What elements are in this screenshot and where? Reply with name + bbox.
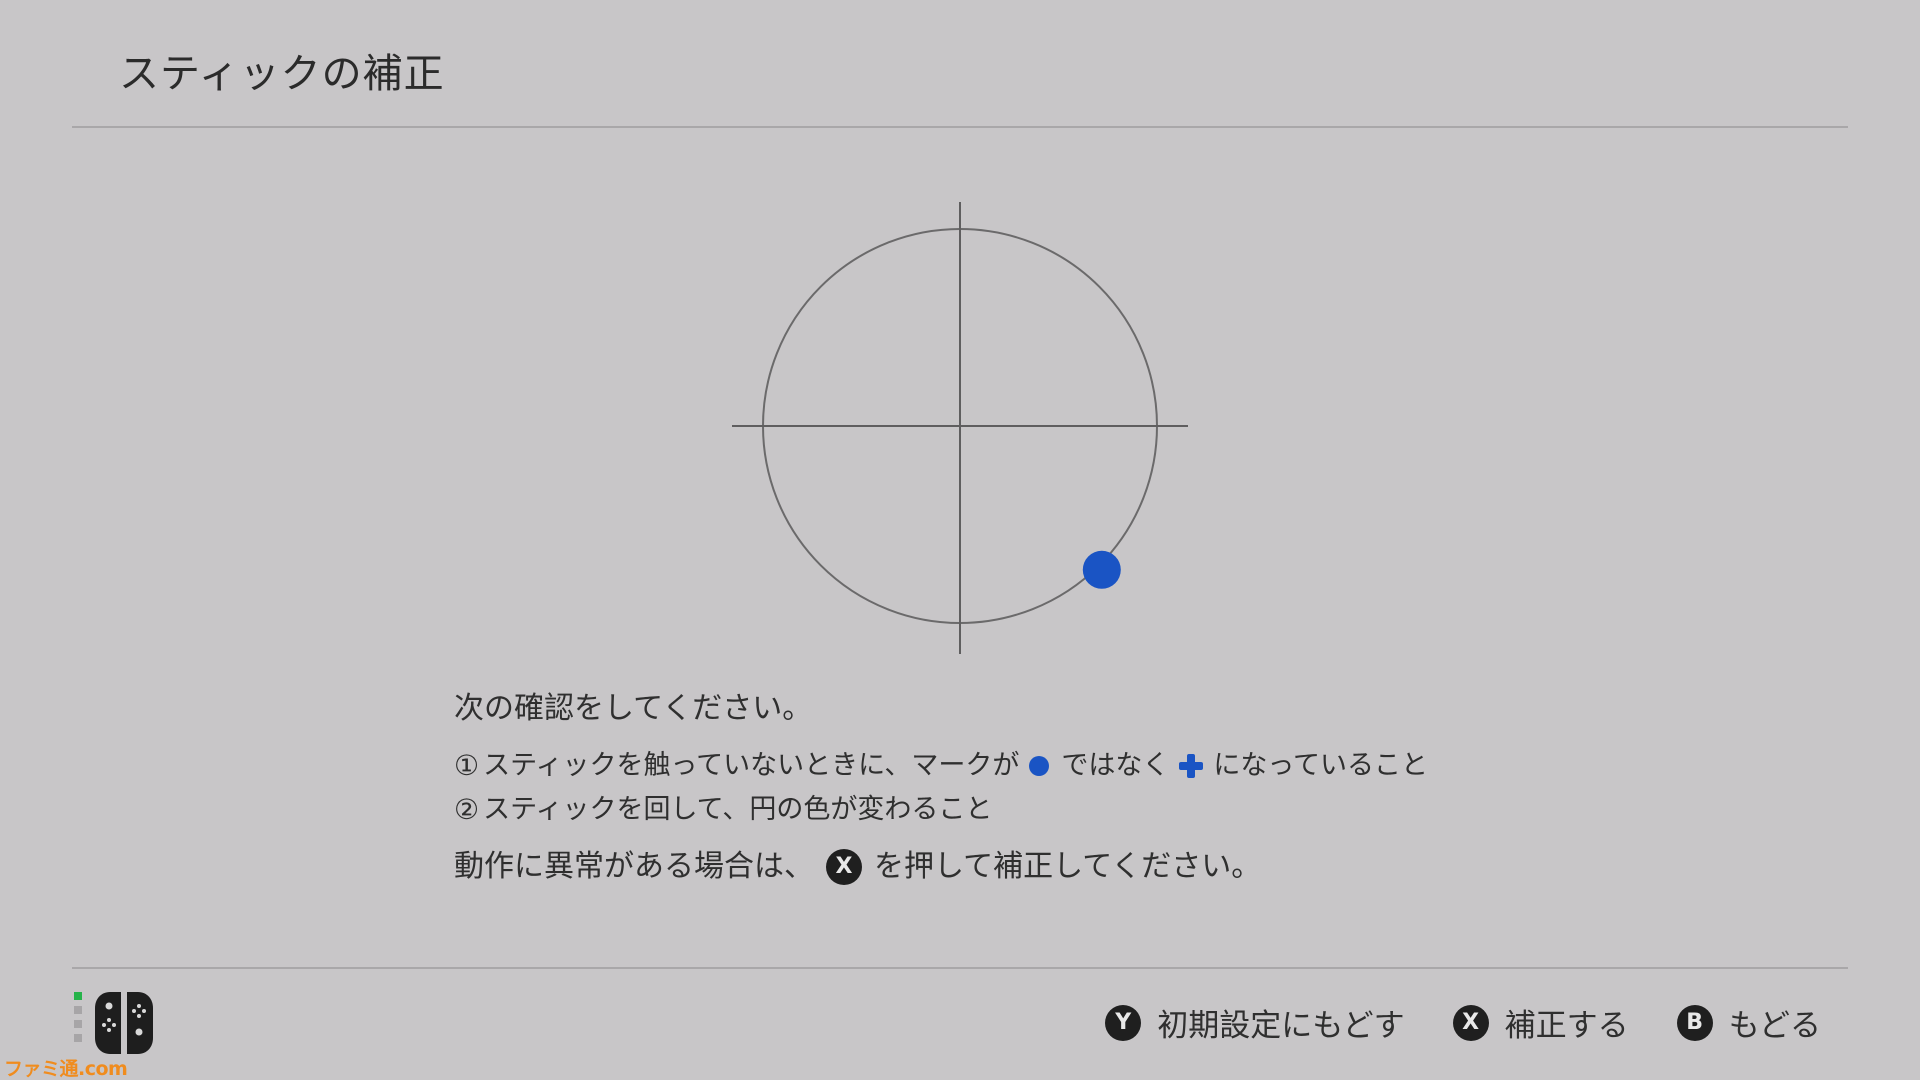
instruction-step-1: ① スティックを触っていないときに、マークが ではなく になっていること	[454, 744, 1428, 788]
y-button-icon: Y	[1105, 1004, 1142, 1041]
step-1-number: ①	[454, 749, 480, 782]
page-title: スティックの補正	[119, 51, 445, 97]
x-button-icon: X	[826, 849, 862, 885]
dot-marker-icon	[1029, 756, 1050, 776]
footer-bar: Y 初期設定にもどす X 補正する B もどる	[0, 968, 1920, 1080]
x-button-icon: X	[1452, 1004, 1489, 1041]
b-button-icon: B	[1676, 1004, 1713, 1041]
instructions-heading: 次の確認をしてください。	[454, 691, 813, 726]
joycon-pair-icon	[95, 992, 153, 1054]
calibrate-label: 補正する	[1504, 1008, 1629, 1044]
note-text-before: 動作に異常がある場合は、	[454, 849, 814, 884]
note-text-after: を押して補正してください。	[874, 849, 1262, 884]
controller-status	[74, 990, 156, 1056]
step-2-number: ②	[454, 793, 480, 826]
player-indicator-icon	[74, 992, 82, 1048]
calibrate-button[interactable]: X 補正する	[1452, 1000, 1629, 1045]
instruction-step-2: ② スティックを回して、円の色が変わること	[454, 788, 1428, 832]
instructions: 次の確認をしてください。 ① スティックを触っていないときに、マークが ではなく…	[454, 684, 1428, 892]
back-label: もどる	[1728, 1008, 1821, 1044]
step-2-text: スティックを回して、円の色が変わること	[483, 794, 993, 825]
step-1-text-middle: ではなく	[1061, 750, 1170, 781]
stick-position-marker	[1082, 550, 1121, 589]
watermark-logo: ファミ通.com	[4, 1058, 128, 1080]
step-1-text-before: スティックを触っていないときに、マークが	[483, 750, 1020, 781]
footer-actions: Y 初期設定にもどす X 補正する B もどる	[1057, 1000, 1821, 1045]
stick-calibration-diagram	[732, 202, 1188, 654]
instructions-note: 動作に異常がある場合は、 X を押して補正してください。	[454, 842, 1428, 892]
plus-marker-icon	[1179, 754, 1204, 778]
header-divider	[72, 126, 1848, 128]
reset-defaults-button[interactable]: Y 初期設定にもどす	[1105, 1000, 1405, 1045]
step-1-text-after: になっていること	[1213, 750, 1428, 781]
back-button[interactable]: B もどる	[1676, 1000, 1821, 1045]
reset-defaults-label: 初期設定にもどす	[1157, 1008, 1405, 1044]
